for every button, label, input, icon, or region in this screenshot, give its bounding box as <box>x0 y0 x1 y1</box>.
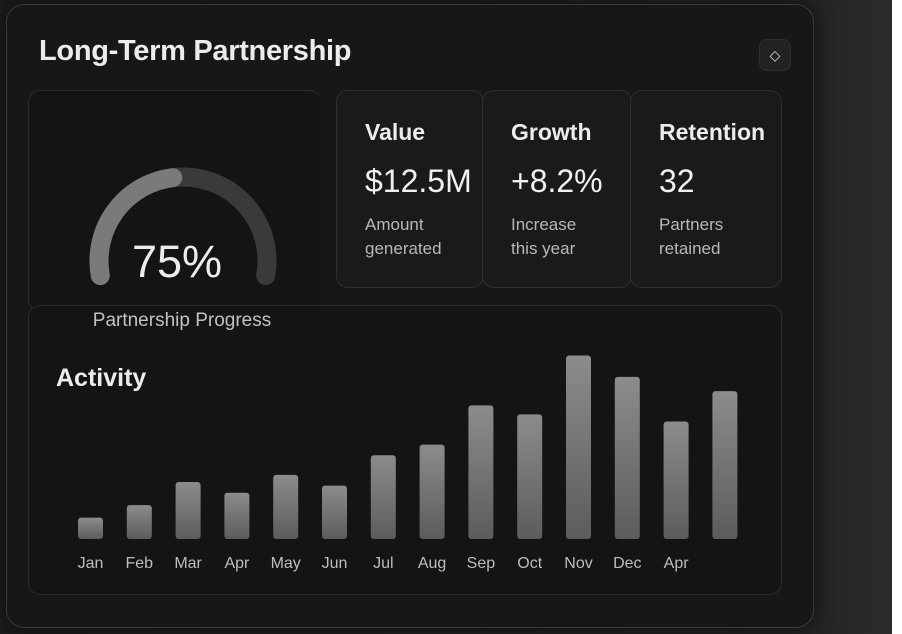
activity-bar <box>712 391 738 539</box>
activity-month-label: Jun <box>322 555 348 572</box>
activity-bar <box>175 482 201 539</box>
activity-bar <box>78 517 103 539</box>
activity-month-label: Apr <box>224 555 250 572</box>
activity-month-label: Mar <box>174 555 202 572</box>
activity-bar <box>419 444 445 539</box>
activity-bar <box>663 421 689 539</box>
activity-bar <box>370 455 396 539</box>
activity-month-label: Jan <box>78 555 104 572</box>
activity-bar <box>566 355 591 539</box>
activity-month-label: Jul <box>373 555 393 572</box>
activity-bar <box>322 485 347 539</box>
activity-month-label: Oct <box>517 555 542 572</box>
activity-bar <box>517 414 543 539</box>
activity-month-label: Sep <box>467 555 496 572</box>
activity-bar-chart: Jan Feb Mar Apr May Jun Jul Aug Sep Oct Nov Dec Apr <box>78 355 738 572</box>
activity-bar <box>273 474 299 539</box>
window-edge <box>892 0 902 634</box>
activity-month-label: Nov <box>564 555 592 572</box>
activity-bar <box>126 505 152 539</box>
activity-month-label: Feb <box>126 555 154 572</box>
activity-month-label: Dec <box>613 555 641 572</box>
activity-month-label: Apr <box>664 555 690 572</box>
activity-bar <box>224 492 250 539</box>
activity-month-label: Aug <box>418 555 446 572</box>
activity-bar <box>614 376 640 539</box>
activity-month-label: May <box>271 555 301 572</box>
activity-bar <box>468 405 494 539</box>
